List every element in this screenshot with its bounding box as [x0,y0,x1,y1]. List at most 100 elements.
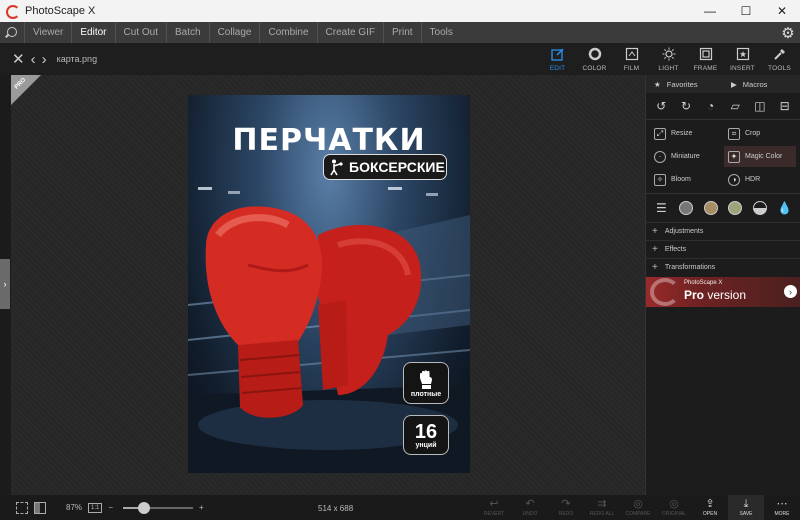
tab-light[interactable]: LIGHT [650,43,687,75]
menu-collage[interactable]: Collage [208,22,260,43]
tab-tools[interactable]: TOOLS [761,43,798,75]
arrow-right-icon[interactable]: › [784,285,797,298]
flip-horizontal-icon[interactable]: ◫ [753,99,767,113]
filter-icon-row: ☰ 💧 [646,194,800,222]
boxer-icon [330,159,343,176]
dense-badge: плотные [403,362,449,404]
drop-icon[interactable]: 💧 [777,201,792,215]
rotate-left-icon[interactable]: ↺ [654,99,668,113]
tool-grid: ⤢ Resize ⌗ Crop · Miniature ✦ Magic Color ✧ B… [646,120,800,193]
zoom-out-icon[interactable]: − [108,503,113,512]
menu-create-gif[interactable]: Create GIF [316,22,383,43]
tab-insert-label: INSERT [730,64,755,72]
expand-plus-icon: + [652,244,658,255]
straighten-icon[interactable]: ◔ [704,99,718,113]
menu-print[interactable]: Print [382,22,421,43]
previous-file-icon[interactable]: ‹ [31,51,36,68]
tab-insert[interactable]: INSERT [724,43,761,75]
compare-button[interactable]: ◎ COMPARE [620,495,656,520]
actual-size-button[interactable]: 1:1 [88,502,103,513]
next-file-icon[interactable]: › [42,51,47,68]
tab-macros[interactable]: ▶ Macros [723,80,800,89]
edit-mode-tabs: EDIT COLOR FILM LIGHT FRAME INSERT TOOLS [539,43,798,75]
insert-icon [735,47,750,62]
transform-icon-row: ↺ ↻ ◔ ▱ ◫ ⊟ [646,93,800,119]
redo-all-button[interactable]: ⇉ REDO ALL [584,495,620,520]
more-button[interactable]: ⋯ MORE [764,495,800,520]
pro-version-banner[interactable]: PhotoScape X Pro version › [646,277,800,307]
section-effects[interactable]: + Effects [646,240,800,258]
edit-side-panel: ★ Favorites ▶ Macros ↺ ↻ ◔ ▱ ◫ ⊟ ⤢ Resize ⌗… [645,75,800,495]
search-icon[interactable] [0,22,24,43]
tab-light-label: LIGHT [658,64,679,72]
filter-warm-icon[interactable] [703,201,718,215]
zoom-slider-handle[interactable] [138,501,151,514]
tool-resize[interactable]: ⤢ Resize [650,123,722,144]
miniature-icon: · [654,150,666,163]
original-button[interactable]: ◎ ORIGINAL [656,495,692,520]
menu-viewer[interactable]: Viewer [24,22,71,43]
bloom-icon: ✧ [654,173,666,186]
section-adjustments[interactable]: + Adjustments [646,222,800,240]
revert-icon: ↩ [489,498,499,510]
tool-magic-color[interactable]: ✦ Magic Color [724,146,796,167]
perspective-icon[interactable]: ▱ [728,99,742,113]
menu-combine[interactable]: Combine [259,22,316,43]
magic-color-icon: ✦ [728,150,740,163]
menu-batch[interactable]: Batch [165,22,209,43]
open-button[interactable]: ⇪ OPEN [692,495,728,520]
tab-favorites[interactable]: ★ Favorites [646,80,723,89]
panel-tabs: ★ Favorites ▶ Macros [646,75,800,93]
dense-badge-label: плотные [410,391,442,398]
close-window-button[interactable]: ✕ [764,0,800,22]
filter-dark-icon[interactable] [678,201,693,215]
pro-banner-app-name: PhotoScape X [684,280,723,286]
menu-cut-out[interactable]: Cut Out [114,22,166,43]
flip-vertical-icon[interactable]: ⊟ [778,99,792,113]
hdr-icon: ◑ [728,173,740,186]
save-button[interactable]: ⤓ SAVE [728,495,764,520]
zoom-slider[interactable] [123,501,194,514]
color-icon [587,47,602,62]
redo-button[interactable]: ↷ REDO [548,495,584,520]
tab-film[interactable]: FILM [613,43,650,75]
tool-bloom[interactable]: ✧ Bloom [650,169,722,190]
zoom-in-icon[interactable]: + [199,503,204,512]
revert-button[interactable]: ↩ REVERT [476,495,512,520]
menu-tools[interactable]: Tools [420,22,461,43]
pro-banner-title: Pro version [684,288,747,302]
gear-icon[interactable]: ⚙ [776,22,800,43]
resize-icon: ⤢ [654,127,666,140]
close-file-icon[interactable]: ✕ [12,50,25,68]
compare-split-icon[interactable] [34,501,46,514]
weight-badge: 16 унций [403,415,449,455]
tab-film-label: FILM [623,64,640,72]
tab-edit[interactable]: EDIT [539,43,576,75]
maximize-button[interactable]: ☐ [728,0,764,22]
zoom-level: 87% [66,503,83,512]
pro-corner-badge[interactable]: PRO [11,75,41,105]
app-logo-icon [5,4,20,19]
selection-icon[interactable] [16,501,28,514]
tool-crop[interactable]: ⌗ Crop [724,123,796,144]
title-bar: PhotoScape X — ☐ ✕ [0,0,800,22]
film-icon [624,47,639,62]
filter-halftone-icon[interactable] [752,201,767,215]
list-icon[interactable]: ☰ [654,201,668,215]
tool-miniature[interactable]: · Miniature [650,146,722,167]
play-icon: ▶ [731,79,737,89]
weight-badge-unit: унций [415,441,437,449]
expand-left-panel-button[interactable]: › [0,259,10,309]
section-transformations[interactable]: + Transformations [646,258,800,276]
compare-icon: ◎ [633,498,643,510]
undo-button[interactable]: ↶ UNDO [512,495,548,520]
tab-color[interactable]: COLOR [576,43,613,75]
filter-green-icon[interactable] [728,201,743,215]
rotate-right-icon[interactable]: ↻ [679,99,693,113]
tab-frame[interactable]: FRAME [687,43,724,75]
menu-editor[interactable]: Editor [71,22,114,43]
tool-hdr[interactable]: ◑ HDR [724,169,796,190]
edited-image[interactable]: ПЕРЧАТКИ БОКСЕРСКИЕ плотные 16 унций [188,95,470,473]
poster-title: ПЕРЧАТКИ [232,123,426,158]
minimize-button[interactable]: — [692,0,728,22]
